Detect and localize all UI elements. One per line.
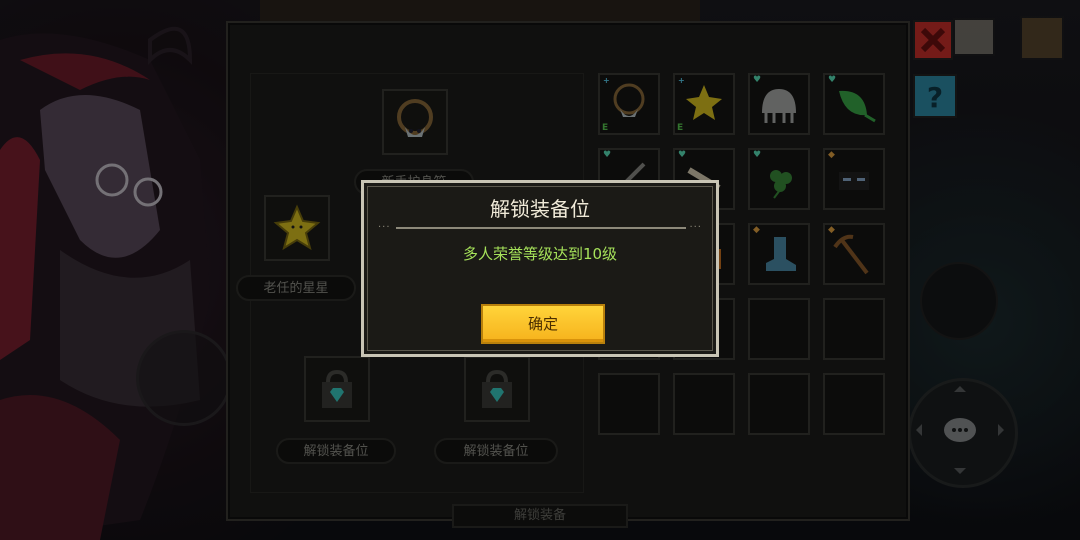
- dialog-divider: [396, 227, 686, 229]
- divider-ornament-left: ···: [378, 222, 391, 233]
- divider-ornament-right: ···: [689, 222, 702, 233]
- dialog-message: 多人荣誉等级达到10级: [462, 245, 618, 263]
- confirm-button[interactable]: 确定: [481, 304, 605, 344]
- unlock-slot-dialog: 解锁装备位 ··· ··· 多人荣誉等级达到10级 确定: [361, 180, 719, 357]
- dialog-title: 解锁装备位: [490, 197, 590, 221]
